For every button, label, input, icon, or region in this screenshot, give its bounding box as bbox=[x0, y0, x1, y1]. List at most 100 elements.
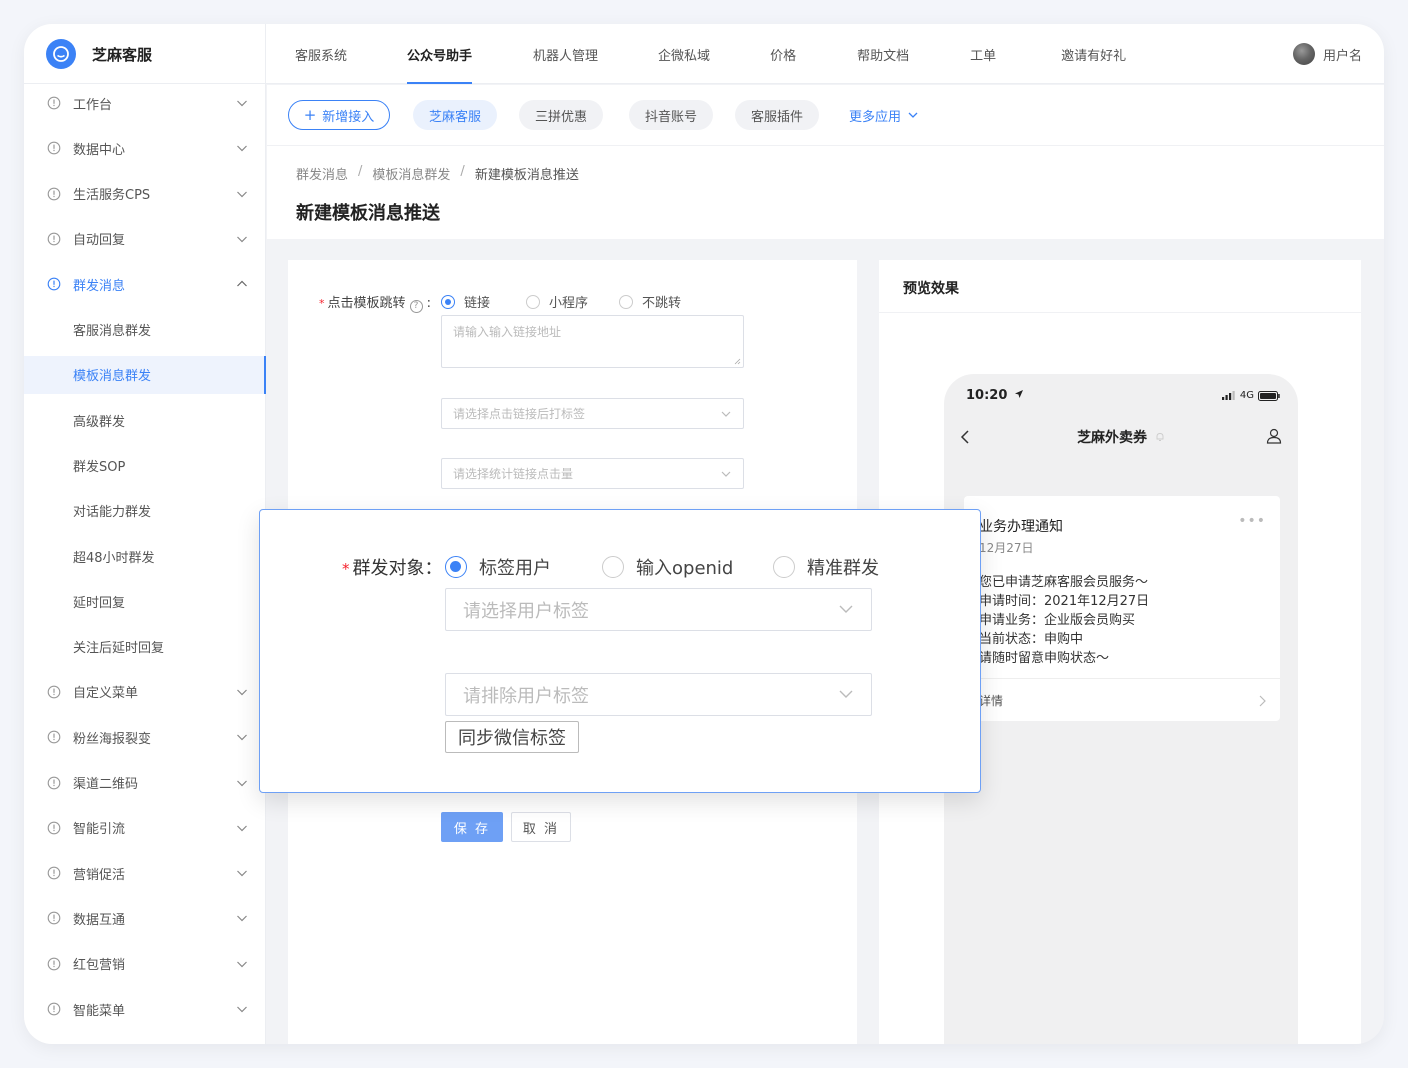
more-apps-dropdown[interactable]: 更多应用 bbox=[849, 100, 918, 130]
sidebar-item-data-sync[interactable]: 数据互通 bbox=[24, 899, 266, 937]
template-message-card: 业务办理通知 12月27日 ••• 您已申请芝麻客服会员服务～ 申请时间：202… bbox=[964, 496, 1280, 721]
topnav-item-robot[interactable]: 机器人管理 bbox=[533, 24, 598, 84]
logo-text: 芝麻客服 bbox=[92, 45, 153, 64]
sidebar-item-label: 群发消息 bbox=[73, 278, 126, 294]
link-url-textarea[interactable]: 请输入输入链接地址 bbox=[441, 315, 744, 368]
chevron-down-icon bbox=[839, 605, 853, 613]
sync-wechat-tags-button[interactable]: 同步微信标签 bbox=[445, 721, 579, 753]
sidebar-item-red-packet[interactable]: 红包营销 bbox=[24, 945, 266, 983]
info-circle-icon bbox=[47, 911, 61, 925]
tab-account-plugin[interactable]: 客服插件 bbox=[735, 100, 819, 130]
topnav-item-ticket[interactable]: 工单 bbox=[970, 24, 996, 84]
sidebar-item-group-message[interactable]: 群发消息 bbox=[24, 265, 266, 303]
exclude-tag-select[interactable]: 请排除用户标签 bbox=[445, 673, 872, 716]
user-tag-select[interactable]: 请选择用户标签 bbox=[445, 588, 872, 631]
message-line: 当前状态：申购中 bbox=[979, 632, 1084, 647]
chevron-down-icon bbox=[236, 777, 248, 789]
info-circle-icon bbox=[47, 730, 61, 744]
topnav-item-invite[interactable]: 邀请有好礼 bbox=[1061, 24, 1126, 84]
message-line: 请随时留意申购状态～ bbox=[979, 651, 1110, 666]
sidebar-item-label: 工作台 bbox=[73, 97, 113, 113]
topnav-item-price[interactable]: 价格 bbox=[770, 24, 796, 84]
target-option-openid[interactable]: 输入openid bbox=[602, 554, 733, 580]
tab-account-sanpin[interactable]: 三拼优惠 bbox=[519, 100, 603, 130]
sidebar-subitem-kefu-group[interactable]: 客服消息群发 bbox=[24, 311, 266, 349]
page-title: 新建模板消息推送 bbox=[296, 203, 440, 224]
jump-option-miniprogram[interactable]: 小程序 bbox=[526, 292, 588, 311]
breadcrumb-item-current: 新建模板消息推送 bbox=[474, 168, 579, 183]
jump-option-none[interactable]: 不跳转 bbox=[619, 292, 681, 311]
battery-icon bbox=[1258, 390, 1280, 401]
sidebar-subitem-label: 超48小时群发 bbox=[73, 550, 155, 566]
chevron-down-icon bbox=[721, 411, 731, 417]
sidebar-subitem-delay-reply[interactable]: 延时回复 bbox=[24, 582, 266, 620]
location-arrow-icon bbox=[1014, 390, 1023, 398]
sidebar-item-workbench[interactable]: 工作台 bbox=[24, 84, 266, 122]
phone-account-title: 芝麻外卖券 bbox=[944, 427, 1298, 447]
sidebar-subitem-dialog-group[interactable]: 对话能力群发 bbox=[24, 492, 266, 530]
tab-account-zhima[interactable]: 芝麻客服 bbox=[413, 100, 497, 130]
user-menu[interactable]: 用户名 bbox=[1292, 24, 1362, 84]
message-line: 申请时间：2021年12月27日 bbox=[979, 594, 1150, 609]
sidebar-subitem-template-group[interactable]: 模板消息群发 bbox=[24, 355, 266, 394]
sidebar-subitem-advanced-group[interactable]: 高级群发 bbox=[24, 401, 266, 439]
sidebar-subitem-label: 高级群发 bbox=[73, 414, 126, 430]
breadcrumb-item-group-message[interactable]: 群发消息 bbox=[296, 164, 348, 183]
sidebar-item-data-center[interactable]: 数据中心 bbox=[24, 129, 266, 167]
message-detail-link[interactable]: 详情 bbox=[964, 678, 1280, 721]
sidebar-item-label: 生活服务CPS bbox=[73, 188, 151, 204]
message-line: 您已申请芝麻客服会员服务～ bbox=[979, 575, 1149, 590]
info-circle-icon bbox=[47, 1002, 61, 1016]
sidebar-subitem-label: 客服消息群发 bbox=[73, 324, 152, 339]
sidebar-item-fan-poster[interactable]: 粉丝海报裂变 bbox=[24, 718, 266, 756]
help-icon[interactable]: ? bbox=[409, 300, 423, 313]
topnav-item-docs[interactable]: 帮助文档 bbox=[857, 24, 909, 84]
resize-handle-icon bbox=[734, 358, 741, 365]
user-profile-icon[interactable] bbox=[1266, 428, 1282, 444]
breadcrumb-item-template-message[interactable]: 模板消息群发 bbox=[372, 164, 450, 183]
more-options-icon[interactable]: ••• bbox=[1238, 513, 1266, 529]
cancel-button[interactable]: 取 消 bbox=[511, 812, 571, 842]
save-button[interactable]: 保 存 bbox=[441, 812, 503, 842]
jump-option-link[interactable]: 链接 bbox=[441, 292, 490, 311]
sidebar-item-channel-qrcode[interactable]: 渠道二维码 bbox=[24, 764, 266, 802]
click-stat-select[interactable]: 请选择统计链接点击量 bbox=[441, 458, 744, 489]
sidebar-item-auto-reply[interactable]: 自动回复 bbox=[24, 220, 266, 258]
logo[interactable]: 芝麻客服 bbox=[24, 24, 266, 84]
chevron-down-icon bbox=[236, 1003, 248, 1015]
page-header: 群发消息 / 模板消息群发 / 新建模板消息推送 新建模板消息推送 bbox=[267, 145, 1384, 239]
sidebar-item-label: 自定义菜单 bbox=[73, 686, 139, 702]
target-field-label: * 群发对象： bbox=[342, 558, 443, 579]
tab-account-douyin[interactable]: 抖音账号 bbox=[629, 100, 713, 130]
message-body: 您已申请芝麻客服会员服务～ 申请时间：2021年12月27日 申请业务：企业版会… bbox=[979, 573, 1149, 668]
topnav-item-private-domain[interactable]: 企微私域 bbox=[658, 24, 710, 84]
top-nav: 客服系统 公众号助手 机器人管理 企微私域 价格 帮助文档 工单 邀请有好礼 bbox=[266, 24, 1126, 84]
sidebar-item-marketing[interactable]: 营销促活 bbox=[24, 854, 266, 892]
sidebar-item-custom-menu[interactable]: 自定义菜单 bbox=[24, 673, 266, 711]
sidebar-subitem-label: 关注后延时回复 bbox=[73, 641, 165, 657]
sidebar-item-smart-menu[interactable]: 智能菜单 bbox=[24, 990, 266, 1028]
chevron-right-icon bbox=[1259, 695, 1266, 707]
preview-title: 预览效果 bbox=[903, 281, 959, 297]
divider bbox=[879, 312, 1361, 313]
add-access-button[interactable]: + 新增接入 bbox=[288, 100, 390, 130]
sidebar-subitem-over-48h-group[interactable]: 超48小时群发 bbox=[24, 537, 266, 575]
target-option-precise[interactable]: 精准群发 bbox=[773, 554, 879, 580]
sidebar-subitem-label: 模板消息群发 bbox=[73, 369, 152, 385]
sidebar-item-life-service-cps[interactable]: 生活服务CPS bbox=[24, 175, 266, 213]
target-option-tag-users[interactable]: 标签用户 bbox=[445, 554, 551, 580]
topnav-item-kefu[interactable]: 客服系统 bbox=[295, 24, 347, 84]
sidebar-item-smart-traffic[interactable]: 智能引流 bbox=[24, 809, 266, 847]
sidebar-subitem-follow-delay-reply[interactable]: 关注后延时回复 bbox=[24, 628, 266, 666]
tag-after-click-select[interactable]: 请选择点击链接后打标签 bbox=[441, 398, 744, 429]
sidebar-subitem-group-sop[interactable]: 群发SOP bbox=[24, 446, 266, 484]
phone-preview: 10:20 4G 芝麻外卖券 业务办理通知 12月27日 ••• 您已申请芝麻客… bbox=[944, 374, 1298, 1044]
mute-bell-icon bbox=[1156, 433, 1164, 441]
sidebar-item-label: 数据互通 bbox=[73, 912, 126, 928]
sidebar: 工作台数据中心生活服务CPS 自动回复群发消息客服消息群发 模板消息群发 高级群发群发… bbox=[24, 84, 266, 1044]
topnav-item-gongzhonghao[interactable]: 公众号助手 bbox=[407, 24, 473, 84]
radio-dot bbox=[526, 294, 540, 309]
radio-dot bbox=[602, 556, 624, 578]
signal-icon bbox=[1221, 391, 1235, 400]
chevron-down-icon bbox=[236, 912, 248, 924]
